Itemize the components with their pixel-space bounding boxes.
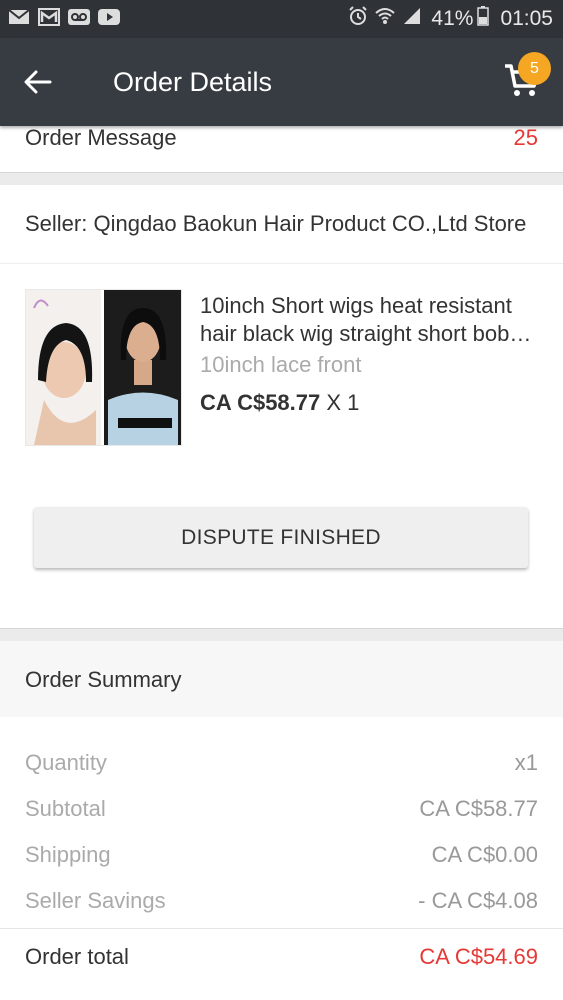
summary-value: - CA C$4.08 [418, 888, 538, 913]
back-button[interactable] [18, 62, 58, 102]
app-bar: Order Details 5 [0, 38, 563, 126]
order-summary-body: Quantity x1 Subtotal CA C$58.77 Shipping… [0, 717, 563, 1000]
product-price: CA C$58.77 [200, 390, 321, 415]
summary-label: Quantity [25, 750, 107, 775]
battery-percent: 41% [431, 7, 474, 30]
summary-row-subtotal: Subtotal CA C$58.77 [25, 796, 538, 836]
product-price-line: CA C$58.77 X 1 [200, 390, 359, 416]
summary-value: CA C$58.77 [419, 796, 538, 821]
voicemail-icon [68, 8, 90, 30]
order-total-value: CA C$54.69 [419, 944, 538, 969]
product-title[interactable]: 10inch Short wigs heat resistant hair bl… [200, 292, 545, 348]
product-variant: 10inch lace front [200, 352, 362, 377]
order-message-count: 25 [513, 125, 538, 150]
gmail-icon [38, 7, 60, 31]
order-total-label: Order total [25, 944, 129, 969]
battery-icon [477, 6, 490, 32]
seller-row[interactable]: Seller: Qingdao Baokun Hair Product CO.,… [0, 185, 563, 264]
youtube-icon [98, 8, 120, 30]
dispute-finished-button[interactable]: DISPUTE FINISHED [34, 507, 528, 568]
wifi-icon [375, 7, 396, 31]
summary-row-quantity: Quantity x1 [25, 750, 538, 790]
summary-label: Subtotal [25, 796, 106, 821]
order-summary-title: Order Summary [25, 667, 182, 692]
order-message-row[interactable]: Order Message 25 [0, 126, 563, 172]
email-icon [8, 8, 30, 30]
summary-row-seller-savings: Seller Savings - CA C$4.08 [25, 888, 538, 928]
page-title: Order Details [113, 67, 273, 97]
status-bar: 41% 01:05 [0, 0, 563, 38]
alarm-icon [348, 6, 368, 32]
clock: 01:05 [500, 7, 553, 30]
summary-label: Seller Savings [25, 888, 166, 913]
product-thumbnail[interactable] [25, 289, 182, 446]
wig-photo-image [26, 290, 181, 445]
summary-divider [0, 928, 563, 929]
section-divider [0, 628, 563, 641]
order-summary-header: Order Summary [0, 641, 563, 717]
seller-name: Seller: Qingdao Baokun Hair Product CO.,… [25, 211, 527, 236]
section-divider [0, 172, 563, 185]
product-quantity: X 1 [326, 390, 360, 415]
summary-label: Shipping [25, 842, 111, 867]
summary-value: CA C$0.00 [431, 842, 538, 867]
product-card: 10inch Short wigs heat resistant hair bl… [0, 264, 563, 628]
order-message-label: Order Message [25, 125, 177, 150]
cart-count-badge: 5 [518, 52, 551, 85]
arrow-left-icon [24, 70, 52, 94]
summary-row-shipping: Shipping CA C$0.00 [25, 842, 538, 882]
signal-icon [402, 7, 422, 31]
summary-value: x1 [514, 750, 538, 775]
